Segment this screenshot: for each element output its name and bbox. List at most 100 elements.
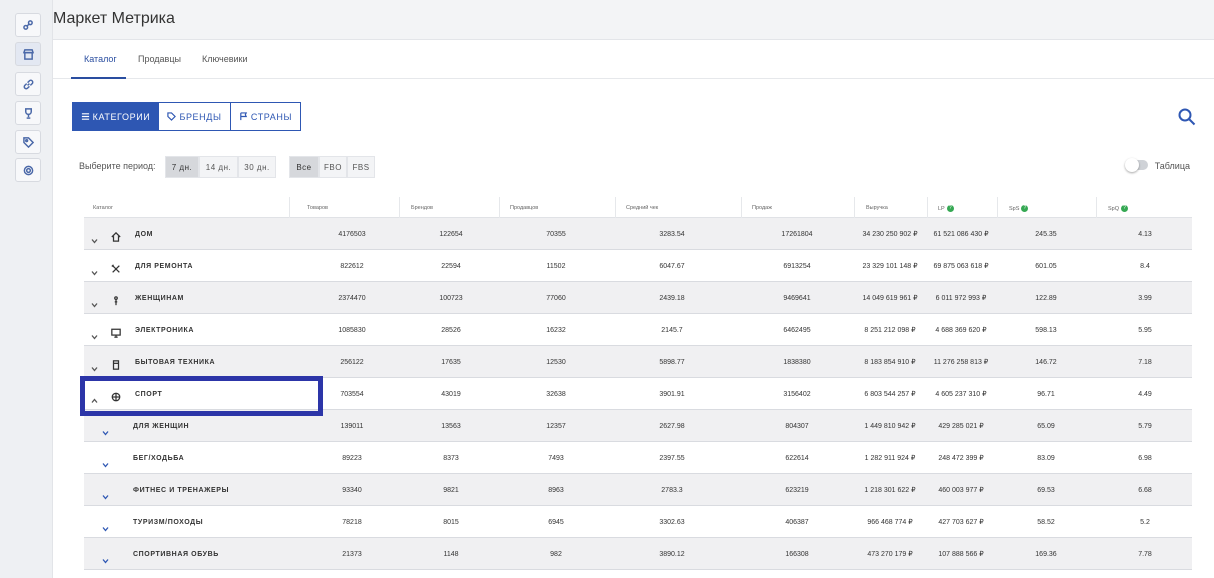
column-header[interactable]: SpQ? (1108, 205, 1129, 212)
categories-label: КАТЕГОРИИ (92, 111, 151, 122)
countries-button[interactable]: СТРАНЫ (230, 102, 301, 131)
period-14-days[interactable]: 14 дн. (199, 156, 238, 178)
table-cell: 89223 (342, 454, 362, 462)
chevron-down-icon[interactable] (91, 231, 98, 244)
tab-sellers[interactable]: Продавцы (138, 54, 181, 64)
table-cell: 2783.3 (661, 486, 683, 494)
column-header-label: Каталог (93, 205, 113, 211)
catalog-table: Каталог Товаров Брендов Продавцов Средний че… (84, 197, 1192, 570)
woman-icon (111, 293, 121, 306)
column-header[interactable]: Выручка (866, 205, 888, 211)
table-cell: 83.09 (1037, 454, 1055, 462)
table-row[interactable]: СПОРТ 703554 43019 32638 3901.91 3156402 6 803… (84, 378, 1192, 410)
table-subrow[interactable]: СПОРТИВНАЯ ОБУВЬ 21373 1148 982 3890.12 16630… (84, 538, 1192, 570)
sidebar-tag-button[interactable] (15, 130, 41, 154)
table-cell: 69.53 (1037, 486, 1055, 494)
chevron-down-icon[interactable] (102, 487, 109, 500)
column-header-label: Средний чек (626, 205, 659, 211)
column-header-label: Товаров (307, 205, 328, 211)
chevron-down-icon[interactable] (91, 359, 98, 372)
column-header[interactable]: SpS? (1009, 205, 1029, 212)
table-cell: 1838380 (783, 358, 811, 366)
help-icon[interactable]: ? (1021, 205, 1029, 212)
chevron-up-icon[interactable] (91, 391, 98, 403)
table-cell: 61 521 086 430 ₽ (933, 230, 989, 238)
table-view-toggle[interactable] (1125, 158, 1148, 172)
help-icon[interactable]: ? (1121, 205, 1129, 212)
sidebar-settings-button[interactable] (15, 158, 41, 182)
table-cell: 17635 (441, 358, 461, 366)
brands-button[interactable]: БРЕНДЫ (158, 102, 231, 131)
link-icon (23, 79, 33, 89)
chevron-down-icon[interactable] (102, 423, 109, 436)
column-divider (927, 197, 928, 218)
sidebar-link-button[interactable] (15, 72, 41, 96)
column-divider (741, 197, 742, 218)
chevron-down-icon[interactable] (91, 295, 98, 308)
period-7-days[interactable]: 7 дн. (165, 156, 199, 178)
tag-icon (22, 136, 34, 148)
column-header[interactable]: Брендов (411, 205, 433, 211)
chevron-down-icon[interactable] (102, 551, 109, 564)
table-cell: 21373 (342, 550, 362, 558)
table-cell: 966 468 774 ₽ (867, 518, 913, 526)
column-divider (854, 197, 855, 218)
table-cell: 8963 (548, 486, 564, 494)
table-cell: 601.05 (1035, 262, 1057, 270)
table-subrow[interactable]: ТУРИЗМ/ПОХОДЫ 78218 8015 6945 3302.63 406387 9… (84, 506, 1192, 538)
table-subrow[interactable]: ФИТНЕС И ТРЕНАЖЕРЫ 93340 9821 8963 2783.3 623… (84, 474, 1192, 506)
table-cell: 2397.55 (659, 454, 685, 462)
table-cell: 429 285 021 ₽ (938, 422, 984, 430)
table-cell: 34 230 250 902 ₽ (862, 230, 918, 238)
table-row[interactable]: ЭЛЕКТРОНИКА 1085830 28526 16232 2145.7 646249… (84, 314, 1192, 346)
chevron-down-icon[interactable] (102, 455, 109, 468)
table-cell: 8 183 854 910 ₽ (864, 358, 916, 366)
app-header: Маркет Метрика (53, 0, 1214, 40)
table-subrow[interactable]: ДЛЯ ЖЕНЩИН 139011 13563 12357 2627.98 804307 1… (84, 410, 1192, 442)
column-header[interactable]: Продаж (752, 205, 772, 211)
category-name: ДОМ (135, 230, 154, 238)
table-body: ДОМ 4176503 122654 70355 3283.54 17261804 34 2… (84, 218, 1192, 570)
chevron-down-icon[interactable] (91, 263, 98, 276)
column-header[interactable]: Каталог (93, 205, 113, 211)
store-icon (22, 48, 34, 60)
table-row[interactable]: ЖЕНЩИНАМ 2374470 100723 77060 2439.18 9469641… (84, 282, 1192, 314)
column-header[interactable]: Товаров (307, 205, 328, 211)
chevron-down-icon[interactable] (102, 519, 109, 532)
table-row[interactable]: ДОМ 4176503 122654 70355 3283.54 17261804 34 2… (84, 218, 1192, 250)
column-header[interactable]: Продавцов (510, 205, 538, 211)
sidebar-analytics-button[interactable] (15, 13, 41, 37)
table-cell: 1148 (443, 550, 459, 558)
sidebar-trophy-button[interactable] (15, 101, 41, 125)
column-header[interactable]: Средний чек (626, 205, 658, 211)
sidebar-store-button[interactable] (15, 42, 41, 66)
table-cell: 3.99 (1138, 294, 1152, 302)
column-divider (399, 197, 400, 218)
period-30-days[interactable]: 30 дн. (238, 156, 276, 178)
table-cell: 146.72 (1035, 358, 1057, 366)
table-cell: 2439.18 (659, 294, 685, 302)
filter-fbs[interactable]: FBS (347, 156, 375, 178)
column-divider (499, 197, 500, 218)
table-row[interactable]: БЫТОВАЯ ТЕХНИКА 256122 17635 12530 5898.77 18… (84, 346, 1192, 378)
column-header-label: LP (938, 205, 945, 212)
search-button[interactable] (1178, 108, 1196, 126)
help-icon[interactable]: ? (946, 205, 954, 212)
column-header[interactable]: LP? (938, 205, 954, 212)
filter-all[interactable]: Все (289, 156, 319, 178)
chevron-down-icon[interactable] (91, 327, 98, 340)
tab-keywords[interactable]: Ключевики (202, 54, 248, 64)
table-cell: 4.49 (1138, 390, 1152, 398)
categories-button[interactable]: КАТЕГОРИИ (72, 102, 159, 131)
table-cell: 169.36 (1035, 550, 1057, 558)
table-cell: 1 282 911 924 ₽ (864, 454, 916, 462)
table-row[interactable]: ДЛЯ РЕМОНТА 822612 22594 11502 6047.67 691325… (84, 250, 1192, 282)
countries-label: СТРАНЫ (250, 111, 293, 122)
table-subrow[interactable]: БЕГ/ХОДЬБА 89223 8373 7493 2397.55 622614 1 28… (84, 442, 1192, 474)
tab-catalog[interactable]: Каталог (84, 54, 117, 64)
table-cell: 473 270 179 ₽ (867, 550, 913, 558)
table-cell: 4.13 (1138, 230, 1152, 238)
table-cell: 2627.98 (659, 422, 685, 430)
filter-fbo[interactable]: FBO (319, 156, 347, 178)
tag-icon (167, 112, 177, 121)
